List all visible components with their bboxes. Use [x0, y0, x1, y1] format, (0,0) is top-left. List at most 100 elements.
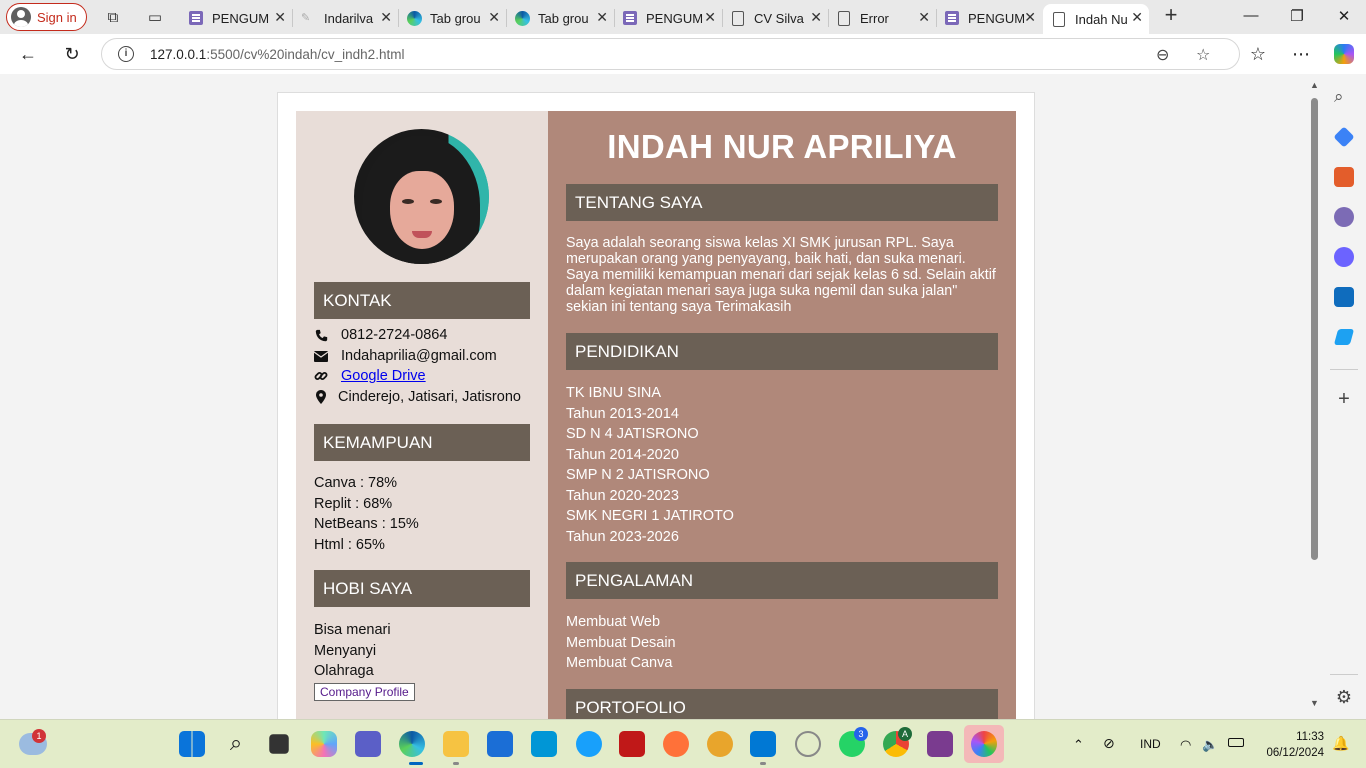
email-row: Indahaprilia@gmail.com — [314, 348, 497, 364]
hp-icon[interactable] — [531, 731, 557, 757]
edge-taskbar-icon[interactable] — [399, 731, 425, 757]
about-heading: TENTANG SAYA — [566, 184, 998, 221]
send-icon[interactable] — [1333, 329, 1355, 345]
close-tab-icon[interactable]: ✕ — [488, 9, 500, 26]
games-icon[interactable] — [1334, 207, 1354, 227]
google-drive-link[interactable]: Google Drive — [341, 368, 426, 384]
vscode-icon[interactable] — [750, 731, 776, 757]
back-icon[interactable]: ← — [16, 42, 40, 66]
search-icon[interactable]: ⌕ — [1334, 87, 1354, 107]
tools-icon[interactable] — [1334, 167, 1354, 187]
photos-icon[interactable] — [971, 731, 997, 757]
store-icon[interactable] — [487, 731, 513, 757]
notification-bell-icon[interactable]: 🔔 — [1332, 735, 1349, 752]
company-profile-button[interactable]: Company Profile — [314, 683, 415, 701]
copilot-icon[interactable] — [1332, 42, 1356, 66]
sign-in-button[interactable]: Sign in — [6, 3, 87, 31]
whatsapp-badge: 3 — [854, 727, 868, 741]
refresh-icon[interactable]: ↻ — [60, 42, 84, 66]
file-explorer-icon[interactable] — [443, 731, 469, 757]
scroll-down-icon[interactable]: ▼ — [1310, 698, 1319, 708]
winrar-icon[interactable] — [927, 731, 953, 757]
document-icon — [730, 10, 746, 26]
clock-date: 06/12/2024 — [1266, 747, 1324, 759]
new-tab-icon[interactable]: + — [1161, 2, 1181, 27]
more-menu-icon[interactable]: ⋯ — [1289, 42, 1313, 66]
mcafee-icon[interactable] — [619, 731, 645, 757]
tab-4[interactable]: PENGUM ✕ — [614, 4, 722, 32]
page-viewport: KONTAK 0812-2724-0864 Indahaprilia@gmail… — [4, 74, 1322, 719]
tab-7[interactable]: PENGUM ✕ — [936, 4, 1042, 32]
scroll-up-icon[interactable]: ▲ — [1310, 80, 1319, 90]
clock-time: 11:33 — [1296, 731, 1324, 743]
minimize-icon[interactable]: — — [1236, 7, 1266, 27]
clock[interactable]: 11:33 06/12/2024 — [1266, 729, 1324, 761]
copilot-taskbar-icon[interactable] — [311, 731, 337, 757]
tab-5[interactable]: CV Silva ✕ — [722, 4, 828, 32]
url-text[interactable]: 127.0.0.1:5500/cv%20indah/cv_indh2.html — [150, 47, 404, 62]
address-row: Cinderejo, Jatisari, Jatisrono — [314, 389, 521, 405]
skill-item: Canva : 78% — [314, 475, 398, 491]
favorite-star-icon[interactable]: ☆ — [1196, 45, 1210, 65]
restore-icon[interactable]: ❐ — [1282, 7, 1312, 27]
tips-icon[interactable] — [576, 731, 602, 757]
hobbies-list: Bisa menari Menyanyi Olahraga — [314, 620, 391, 682]
tab-title: PENGUM — [212, 10, 270, 26]
address-bar[interactable]: i 127.0.0.1:5500/cv%20indah/cv_indh2.htm… — [101, 38, 1240, 70]
hobby-item: Bisa menari — [314, 622, 391, 638]
close-tab-icon[interactable]: ✕ — [810, 9, 822, 26]
document-icon — [1051, 11, 1067, 27]
skill-item: Html : 65% — [314, 536, 385, 553]
vpn-icon[interactable] — [707, 731, 733, 757]
portfolio-heading: PORTOFOLIO — [566, 689, 998, 719]
tab-6[interactable]: Error ✕ — [828, 4, 936, 32]
start-windows-icon[interactable] — [179, 731, 205, 757]
tab-0[interactable]: PENGUM ✕ — [180, 4, 292, 32]
shopping-tag-icon[interactable] — [1333, 126, 1355, 148]
battery-icon[interactable] — [1228, 738, 1244, 747]
education-item: SD N 4 JATISRONO — [566, 426, 699, 442]
site-info-icon[interactable]: i — [118, 46, 134, 62]
taskbar-search-icon[interactable]: ⌕ — [223, 731, 249, 757]
close-tab-icon[interactable]: ✕ — [704, 9, 716, 26]
outlook-icon[interactable] — [1334, 287, 1354, 307]
email-text: Indahaprilia@gmail.com — [341, 348, 497, 364]
tab-title: Tab grou — [538, 10, 589, 26]
scroll-thumb[interactable] — [1311, 98, 1318, 560]
tab-1[interactable]: ✎ Indarilva ✕ — [292, 4, 398, 32]
tab-3[interactable]: Tab grou ✕ — [506, 4, 614, 32]
experience-item: Membuat Canva — [566, 655, 673, 671]
tab-strip: Sign in ⧉ ▭ PENGUM ✕ ✎ Indarilva ✕ Tab g… — [0, 0, 1366, 34]
favorites-icon[interactable]: ☆ — [1246, 42, 1270, 66]
zoom-icon[interactable]: ⊖ — [1156, 45, 1169, 65]
firefox-icon[interactable] — [663, 731, 689, 757]
close-tab-icon[interactable]: ✕ — [1131, 9, 1143, 26]
tab-8-active[interactable]: Indah Nu ✕ — [1043, 4, 1149, 34]
language-indicator[interactable]: IND — [1140, 737, 1161, 751]
close-tab-icon[interactable]: ✕ — [274, 9, 286, 26]
link-icon — [314, 369, 328, 383]
wifi-icon[interactable]: ◠ — [1180, 737, 1191, 753]
tab-2[interactable]: Tab grou ✕ — [398, 4, 506, 32]
webcam-icon[interactable] — [795, 731, 821, 757]
close-tab-icon[interactable]: ✕ — [1024, 9, 1036, 26]
settings-gear-icon[interactable]: ⚙ — [1334, 687, 1354, 707]
tray-overflow-icon[interactable]: ⌃ — [1073, 737, 1084, 753]
close-tab-icon[interactable]: ✕ — [380, 9, 392, 26]
close-tab-icon[interactable]: ✕ — [918, 9, 930, 26]
cv-container: KONTAK 0812-2724-0864 Indahaprilia@gmail… — [296, 111, 1016, 719]
tab-actions-icon[interactable]: ▭ — [145, 7, 165, 27]
task-view-icon[interactable] — [269, 734, 289, 754]
add-sidebar-icon[interactable]: + — [1334, 389, 1354, 409]
teams-icon[interactable] — [355, 731, 381, 757]
copilot-365-icon[interactable] — [1334, 247, 1354, 267]
vertical-scrollbar[interactable]: ▲ ▼ — [1310, 78, 1320, 714]
close-tab-icon[interactable]: ✕ — [596, 9, 608, 26]
network-off-icon[interactable]: ⊘ — [1103, 735, 1115, 752]
volume-icon[interactable]: 🔈 — [1202, 737, 1218, 753]
close-window-icon[interactable]: ✕ — [1329, 7, 1359, 27]
weather-badge: 1 — [32, 729, 46, 743]
skill-item: NetBeans : 15% — [314, 516, 419, 532]
workspaces-icon[interactable]: ⧉ — [103, 7, 123, 27]
cv-page: KONTAK 0812-2724-0864 Indahaprilia@gmail… — [277, 92, 1035, 719]
